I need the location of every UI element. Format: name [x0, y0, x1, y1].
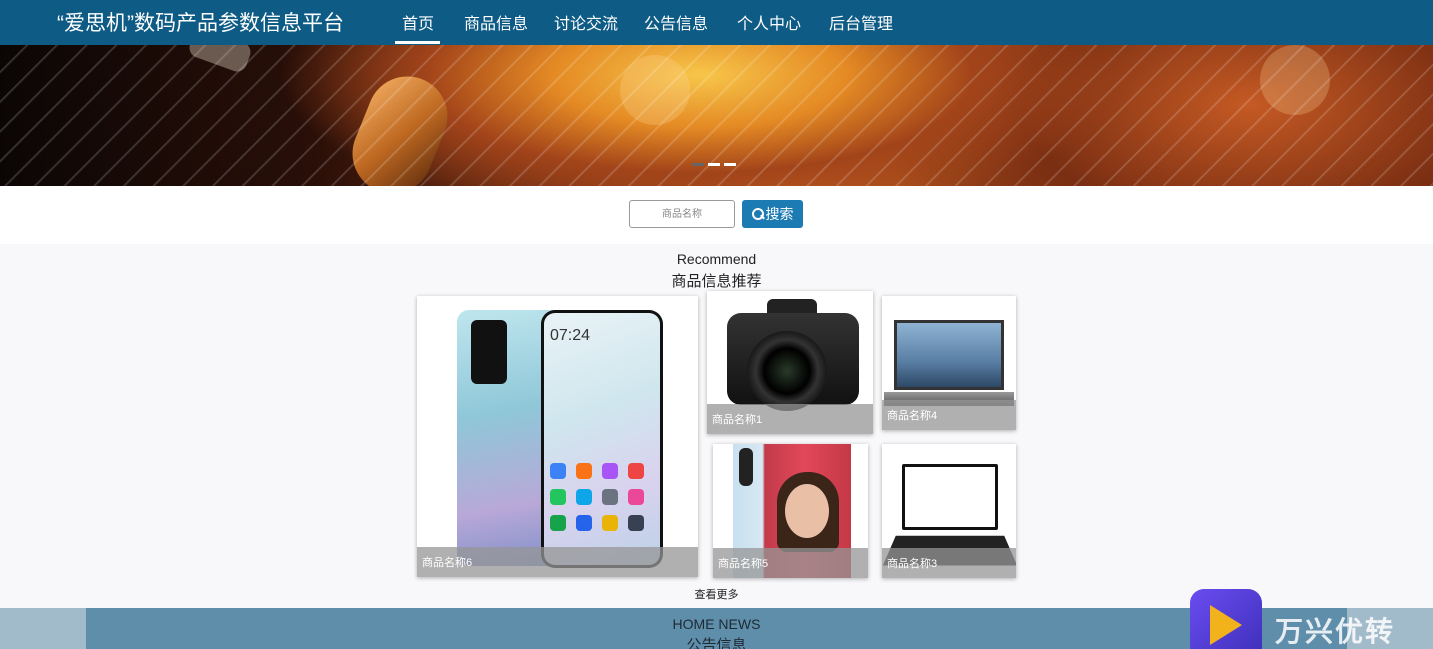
nav-discussion[interactable]: 讨论交流	[554, 10, 618, 34]
search-bar: 搜索	[0, 186, 1433, 244]
app-icon	[576, 463, 592, 479]
product-name: 商品名称4	[882, 400, 1016, 430]
nav-personal-center[interactable]: 个人中心	[737, 10, 801, 34]
app-icon	[550, 463, 566, 479]
phone-camera	[739, 448, 753, 486]
recommend-title-cn: 商品信息推荐	[671, 273, 762, 290]
phone-wallpaper-face	[785, 484, 829, 538]
product-card[interactable]: 商品名称5	[713, 444, 868, 578]
phone-clock: 07:24	[550, 327, 591, 344]
product-card[interactable]: 商品名称4	[882, 296, 1016, 430]
search-button-label: 搜索	[765, 206, 794, 222]
product-name: 商品名称5	[713, 548, 868, 578]
watermark-logo-icon	[1190, 589, 1262, 649]
nav-products[interactable]: 商品信息	[464, 10, 528, 34]
product-card[interactable]: 07:24 商品名称6	[417, 296, 698, 577]
carousel-dot-3[interactable]	[724, 163, 736, 166]
product-image-laptop	[894, 320, 1004, 390]
banner-carousel[interactable]	[0, 45, 1433, 186]
phone-camera	[471, 320, 507, 384]
phone-app-grid	[550, 463, 650, 531]
carousel-indicators	[692, 163, 736, 166]
camera-lens	[747, 331, 827, 411]
product-name: 商品名称6	[417, 547, 698, 577]
phone-screen: 07:24	[544, 313, 660, 565]
product-name: 商品名称1	[707, 404, 873, 434]
product-card[interactable]: 商品名称1	[707, 291, 873, 434]
app-icon	[550, 489, 566, 505]
product-name: 商品名称3	[882, 548, 1016, 578]
app-icon	[602, 489, 618, 505]
watermark-text: 万兴优转	[1275, 616, 1396, 647]
product-card[interactable]: 商品名称3	[882, 444, 1016, 578]
nav-announcements[interactable]: 公告信息	[644, 10, 708, 34]
nav-home[interactable]: 首页	[402, 10, 434, 34]
app-icon	[576, 489, 592, 505]
app-icon	[550, 515, 566, 531]
carousel-dot-2[interactable]	[708, 163, 720, 166]
site-title: “爱思机”数码产品参数信息平台	[57, 12, 344, 35]
app-icon	[628, 515, 644, 531]
app-icon	[602, 463, 618, 479]
recommend-title-en: Recommend	[676, 251, 757, 267]
search-icon	[751, 208, 764, 220]
search-button[interactable]: 搜索	[742, 200, 803, 228]
phone-front: 07:24	[541, 310, 663, 568]
nav-admin[interactable]: 后台管理	[829, 10, 893, 34]
app-icon	[576, 515, 592, 531]
product-image-laptop	[902, 464, 998, 530]
search-input[interactable]	[629, 200, 735, 228]
carousel-dot-1[interactable]	[692, 163, 704, 166]
app-icon	[628, 489, 644, 505]
app-icon	[602, 515, 618, 531]
nav-active-indicator	[395, 41, 440, 44]
top-navbar: “爱思机”数码产品参数信息平台 首页 商品信息 讨论交流 公告信息 个人中心 后…	[0, 0, 1433, 45]
app-icon	[628, 463, 644, 479]
laptop-screen	[897, 323, 1001, 387]
